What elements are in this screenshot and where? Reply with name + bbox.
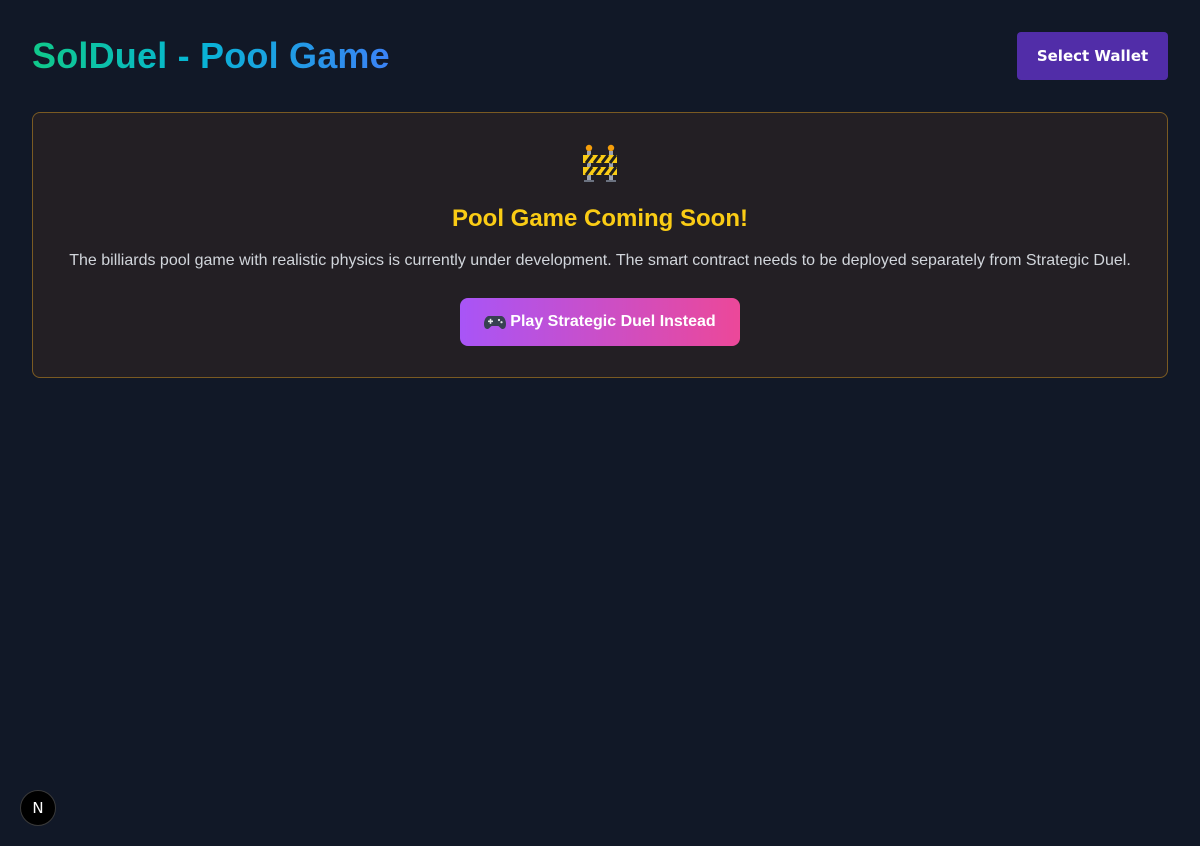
notice-message: The billiards pool game with realistic p… [69, 252, 1131, 269]
construction-barrier-icon [583, 144, 618, 182]
dev-badge-label: N [32, 799, 44, 817]
gamepad-icon [484, 316, 507, 329]
page-title: SolDuel - Pool Game [32, 32, 390, 80]
nextjs-logo-icon[interactable]: N [20, 790, 56, 826]
play-strategic-duel-button[interactable]: Play Strategic Duel Instead [460, 298, 740, 346]
select-wallet-button[interactable]: Select Wallet [1017, 32, 1168, 80]
page: SolDuel - Pool Game Select Wallet Pool G… [0, 0, 1200, 846]
play-strategic-duel-label: Play Strategic Duel Instead [510, 313, 716, 330]
notice-title: Pool Game Coming Soon! [451, 205, 748, 232]
coming-soon-notice: Pool Game Coming Soon! The billiards poo… [32, 112, 1168, 378]
header: SolDuel - Pool Game Select Wallet [32, 32, 1168, 80]
